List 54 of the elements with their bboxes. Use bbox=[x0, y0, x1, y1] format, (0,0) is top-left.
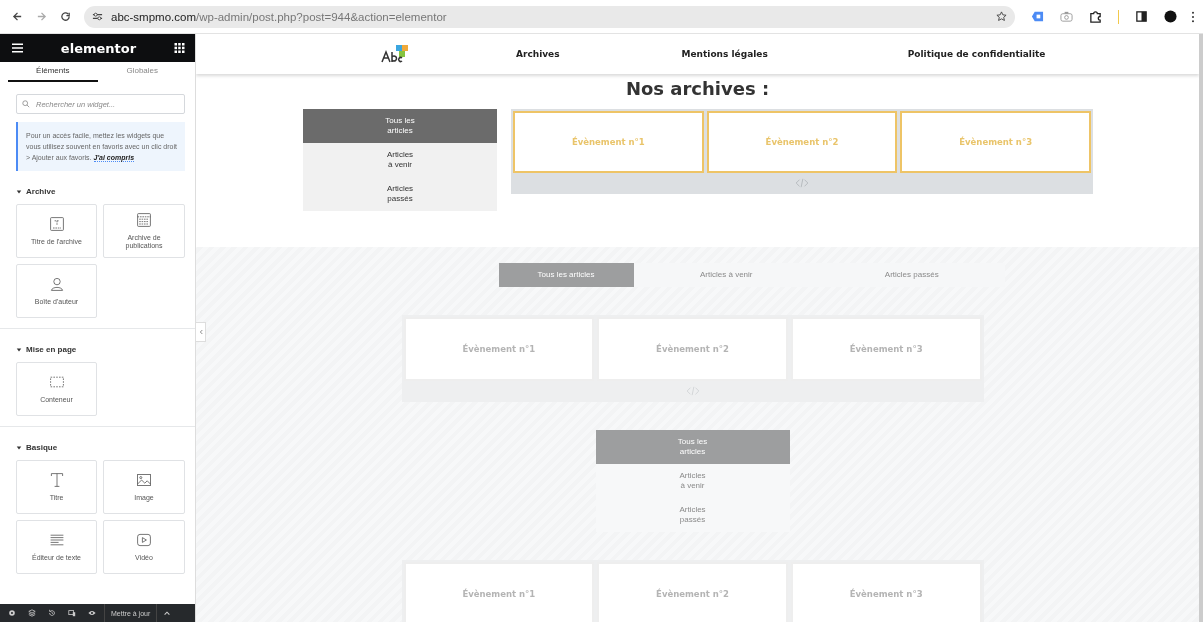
reload-icon[interactable] bbox=[60, 11, 71, 22]
filter-tab[interactable]: Tous les articles bbox=[303, 109, 497, 143]
nav-link[interactable]: Politique de confidentialite bbox=[907, 49, 1046, 59]
code-icon bbox=[685, 386, 700, 396]
history-icon[interactable] bbox=[48, 609, 56, 617]
site-settings-icon[interactable] bbox=[92, 11, 103, 22]
filter-tab[interactable]: Articles passés bbox=[595, 498, 790, 532]
search-icon bbox=[22, 100, 30, 108]
panel-tab[interactable]: Éléments bbox=[8, 62, 98, 82]
letter-t-icon bbox=[48, 472, 65, 488]
filter-tab[interactable]: Articles passés bbox=[819, 263, 1005, 287]
url-text: abc-smpmo.com/wp-admin/post.php?post=944&action=elementor bbox=[111, 10, 448, 23]
title-box-icon bbox=[48, 216, 65, 232]
filter-tab[interactable]: Articles passés bbox=[303, 177, 497, 211]
nav-link[interactable]: Archives bbox=[516, 49, 560, 59]
logo-icon[interactable] bbox=[380, 44, 410, 64]
camera-icon[interactable] bbox=[1060, 10, 1073, 23]
category-title[interactable]: Basique bbox=[26, 443, 58, 452]
caret-icon[interactable] bbox=[16, 346, 22, 353]
puzzle-icon[interactable] bbox=[1089, 10, 1102, 23]
filter-tab[interactable]: Articles à venir bbox=[303, 143, 497, 177]
grid-list-icon bbox=[136, 212, 152, 228]
text-lines-icon bbox=[48, 532, 65, 548]
side-panel-icon[interactable] bbox=[1135, 10, 1148, 23]
back-icon[interactable] bbox=[12, 11, 23, 22]
chevron-up-icon[interactable] bbox=[163, 609, 172, 617]
hamburger-menu-icon[interactable] bbox=[12, 43, 23, 53]
code-icon bbox=[795, 178, 809, 188]
filter-tab[interactable]: Articles à venir bbox=[633, 263, 819, 287]
extension-icon[interactable] bbox=[1031, 10, 1044, 23]
person-icon bbox=[48, 276, 65, 292]
menu-icon[interactable] bbox=[1191, 10, 1195, 23]
profile-avatar-icon[interactable] bbox=[1164, 10, 1177, 23]
page-heading: Nos archives : bbox=[624, 78, 771, 101]
filter-tab[interactable]: Articles à venir bbox=[595, 464, 790, 498]
caret-icon[interactable] bbox=[16, 444, 22, 451]
picture-icon bbox=[136, 472, 152, 488]
settings-icon[interactable] bbox=[8, 609, 16, 617]
category-title[interactable]: Archive bbox=[26, 187, 56, 196]
grid-icon[interactable] bbox=[174, 43, 185, 53]
bookmark-star-icon[interactable] bbox=[996, 11, 1007, 22]
category-title[interactable]: Mise en page bbox=[26, 345, 77, 354]
address-bar[interactable]: abc-smpmo.com/wp-admin/post.php?post=944&action=elementor bbox=[84, 5, 1015, 28]
layers-icon[interactable] bbox=[28, 609, 36, 617]
preview-eye-icon[interactable] bbox=[88, 609, 96, 617]
panel-title: elementor bbox=[60, 40, 137, 56]
dashed-rectangle-icon bbox=[48, 374, 65, 390]
panel-tab[interactable]: Globales bbox=[97, 62, 187, 82]
responsive-icon[interactable] bbox=[68, 609, 76, 617]
play-box-icon bbox=[136, 532, 152, 548]
caret-icon[interactable] bbox=[16, 188, 22, 195]
collapse-panel-handle[interactable] bbox=[196, 322, 206, 342]
chevron-left-icon bbox=[198, 329, 203, 335]
nav-link[interactable]: Mentions légales bbox=[681, 49, 768, 59]
